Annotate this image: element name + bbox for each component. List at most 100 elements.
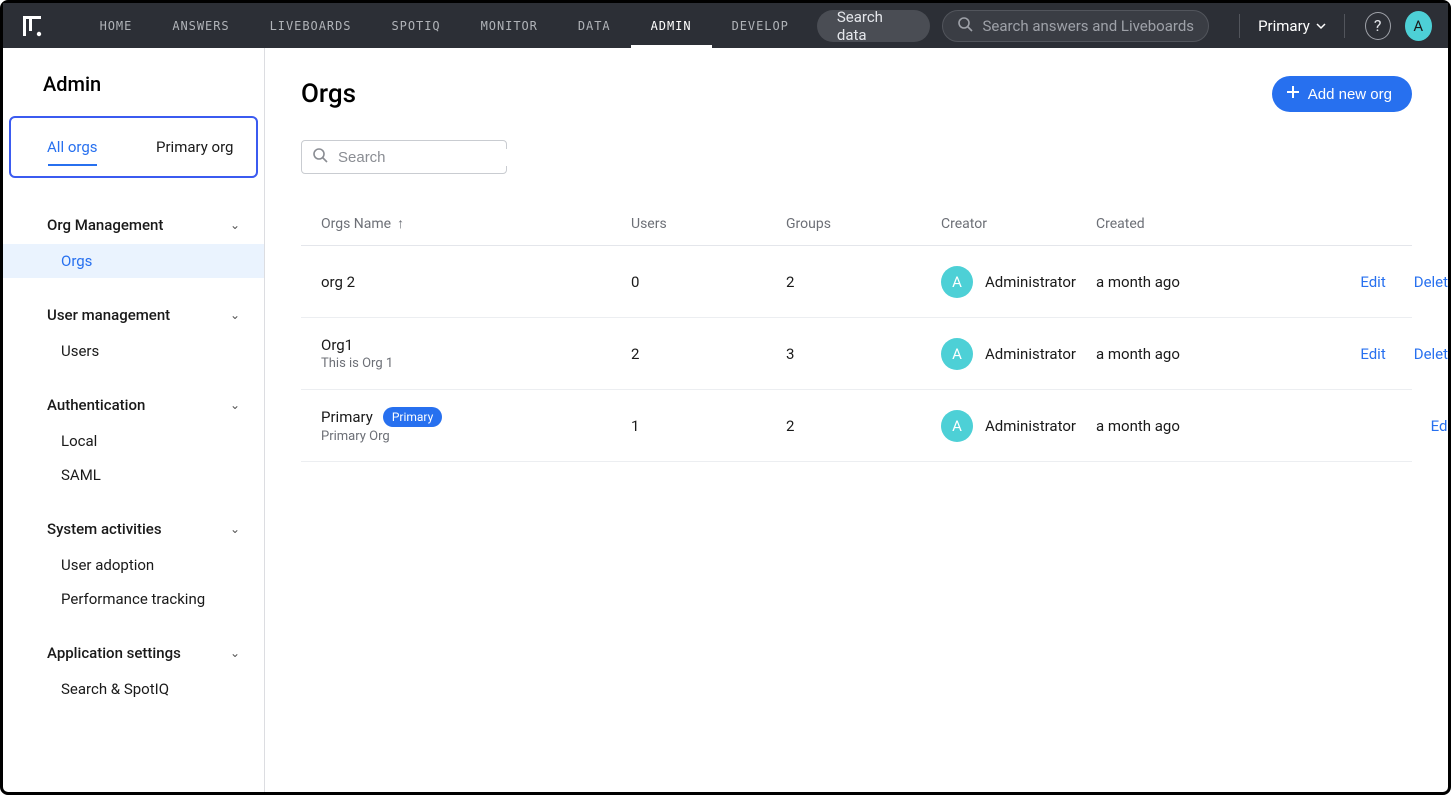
groups-cell: 3: [786, 345, 941, 363]
nav-divider-2: [1344, 14, 1345, 38]
search-data-button[interactable]: Search data: [817, 10, 930, 42]
nav-items: HOME ANSWERS LIVEBOARDS SPOTIQ MONITOR D…: [80, 3, 809, 48]
sidebar-group-authentication: Authentication ⌄ Local SAML: [3, 386, 264, 492]
org-selector[interactable]: Primary: [1254, 17, 1330, 35]
users-cell: 2: [631, 345, 786, 363]
th-creator[interactable]: Creator: [941, 216, 1096, 232]
creator-avatar: A: [941, 410, 973, 442]
nav-develop[interactable]: DEVELOP: [712, 3, 809, 48]
groups-cell: 2: [786, 273, 941, 291]
org-cell: Org1 This is Org 1: [321, 322, 631, 385]
sidebar-item-orgs[interactable]: Orgs: [3, 244, 264, 278]
creator-name: Administrator: [985, 345, 1076, 363]
sort-asc-icon: ↑: [397, 215, 404, 232]
add-new-org-button[interactable]: Add new org: [1272, 76, 1412, 112]
search-icon: [957, 16, 973, 36]
nav-admin[interactable]: ADMIN: [631, 3, 712, 48]
plus-icon: [1286, 85, 1300, 103]
sidebar-group-header[interactable]: Authentication ⌄: [3, 386, 264, 424]
edit-link[interactable]: Edit: [1360, 273, 1385, 291]
org-name: Org1: [321, 336, 353, 354]
row-actions: Edit Delete: [1316, 273, 1448, 291]
sidebar-item-performance-tracking[interactable]: Performance tracking: [3, 582, 264, 616]
primary-badge: Primary: [383, 407, 442, 427]
nav-spotiq[interactable]: SPOTIQ: [371, 3, 460, 48]
sidebar-item-user-adoption[interactable]: User adoption: [3, 548, 264, 582]
row-actions: Edit Delete: [1316, 345, 1448, 363]
org-selector-label: Primary: [1258, 17, 1310, 35]
sidebar-group-header[interactable]: User management ⌄: [3, 296, 264, 334]
edit-link[interactable]: Edit: [1431, 417, 1448, 435]
table-row[interactable]: Primary Primary Primary Org 1 2 A Admini…: [301, 390, 1412, 462]
created-cell: a month ago: [1096, 417, 1316, 435]
sidebar-tab-switcher: All orgs Primary org: [9, 116, 258, 178]
sidebar-group-label: Authentication: [47, 396, 145, 414]
orgs-table: Orgs Name ↑ Users Groups Creator Created…: [301, 202, 1412, 462]
created-cell: a month ago: [1096, 345, 1316, 363]
main-header: Orgs Add new org: [301, 76, 1412, 112]
table-search-input[interactable]: [338, 149, 537, 166]
sidebar-group-org-management: Org Management ⌄ Orgs: [3, 206, 264, 278]
help-button[interactable]: ?: [1365, 12, 1391, 40]
users-cell: 1: [631, 417, 786, 435]
th-groups[interactable]: Groups: [786, 216, 941, 232]
sidebar-title: Admin: [3, 72, 264, 116]
creator-cell: A Administrator: [941, 266, 1096, 298]
nav-answers[interactable]: ANSWERS: [152, 3, 249, 48]
search-icon: [312, 147, 328, 167]
top-nav: HOME ANSWERS LIVEBOARDS SPOTIQ MONITOR D…: [3, 3, 1448, 48]
edit-link[interactable]: Edit: [1360, 345, 1385, 363]
sidebar-group-header[interactable]: System activities ⌄: [3, 510, 264, 548]
global-search-placeholder: Search answers and Liveboards: [983, 17, 1195, 35]
tab-all-orgs[interactable]: All orgs: [11, 118, 134, 176]
row-actions: Edit: [1316, 417, 1448, 435]
table-row[interactable]: Org1 This is Org 1 2 3 A Administrator a…: [301, 318, 1412, 390]
th-label: Orgs Name: [321, 216, 391, 232]
sidebar-group-header[interactable]: Application settings ⌄: [3, 634, 264, 672]
nav-monitor[interactable]: MONITOR: [461, 3, 558, 48]
chevron-down-icon: [1316, 17, 1326, 35]
add-button-label: Add new org: [1308, 86, 1392, 103]
page-title: Orgs: [301, 79, 356, 109]
delete-link[interactable]: Delete: [1414, 345, 1448, 363]
creator-name: Administrator: [985, 273, 1076, 291]
sidebar: Admin All orgs Primary org Org Managemen…: [3, 48, 265, 792]
groups-cell: 2: [786, 417, 941, 435]
th-created[interactable]: Created: [1096, 216, 1316, 232]
org-desc: This is Org 1: [321, 356, 631, 371]
table-row[interactable]: org 2 0 2 A Administrator a month ago Ed…: [301, 246, 1412, 318]
creator-name: Administrator: [985, 417, 1076, 435]
sidebar-group-application-settings: Application settings ⌄ Search & SpotIQ: [3, 634, 264, 706]
sidebar-group-label: System activities: [47, 520, 162, 538]
app-logo[interactable]: [19, 12, 56, 40]
org-name: Primary: [321, 408, 373, 426]
sidebar-item-saml[interactable]: SAML: [3, 458, 264, 492]
table-search[interactable]: [301, 140, 507, 174]
sidebar-item-search-spotiq[interactable]: Search & SpotIQ: [3, 672, 264, 706]
sidebar-group-label: Application settings: [47, 644, 181, 662]
sidebar-item-local[interactable]: Local: [3, 424, 264, 458]
org-cell: Primary Primary Primary Org: [321, 393, 631, 458]
tab-primary-org[interactable]: Primary org: [134, 118, 257, 176]
th-orgs-name[interactable]: Orgs Name ↑: [321, 215, 631, 232]
sidebar-group-header[interactable]: Org Management ⌄: [3, 206, 264, 244]
global-search[interactable]: Search answers and Liveboards: [942, 10, 1210, 42]
org-desc: Primary Org: [321, 429, 631, 444]
nav-liveboards[interactable]: LIVEBOARDS: [250, 3, 372, 48]
delete-link[interactable]: Delete: [1414, 273, 1448, 291]
chevron-down-icon: ⌄: [230, 522, 240, 536]
user-avatar[interactable]: A: [1405, 11, 1432, 41]
sidebar-group-system-activities: System activities ⌄ User adoption Perfor…: [3, 510, 264, 616]
chevron-down-icon: ⌄: [230, 308, 240, 322]
org-cell: org 2: [321, 259, 631, 305]
nav-home[interactable]: HOME: [80, 3, 153, 48]
nav-data[interactable]: DATA: [558, 3, 631, 48]
creator-cell: A Administrator: [941, 410, 1096, 442]
chevron-down-icon: ⌄: [230, 398, 240, 412]
created-cell: a month ago: [1096, 273, 1316, 291]
sidebar-item-users[interactable]: Users: [3, 334, 264, 368]
chevron-down-icon: ⌄: [230, 646, 240, 660]
sidebar-group-user-management: User management ⌄ Users: [3, 296, 264, 368]
sidebar-group-label: Org Management: [47, 216, 163, 234]
th-users[interactable]: Users: [631, 216, 786, 232]
